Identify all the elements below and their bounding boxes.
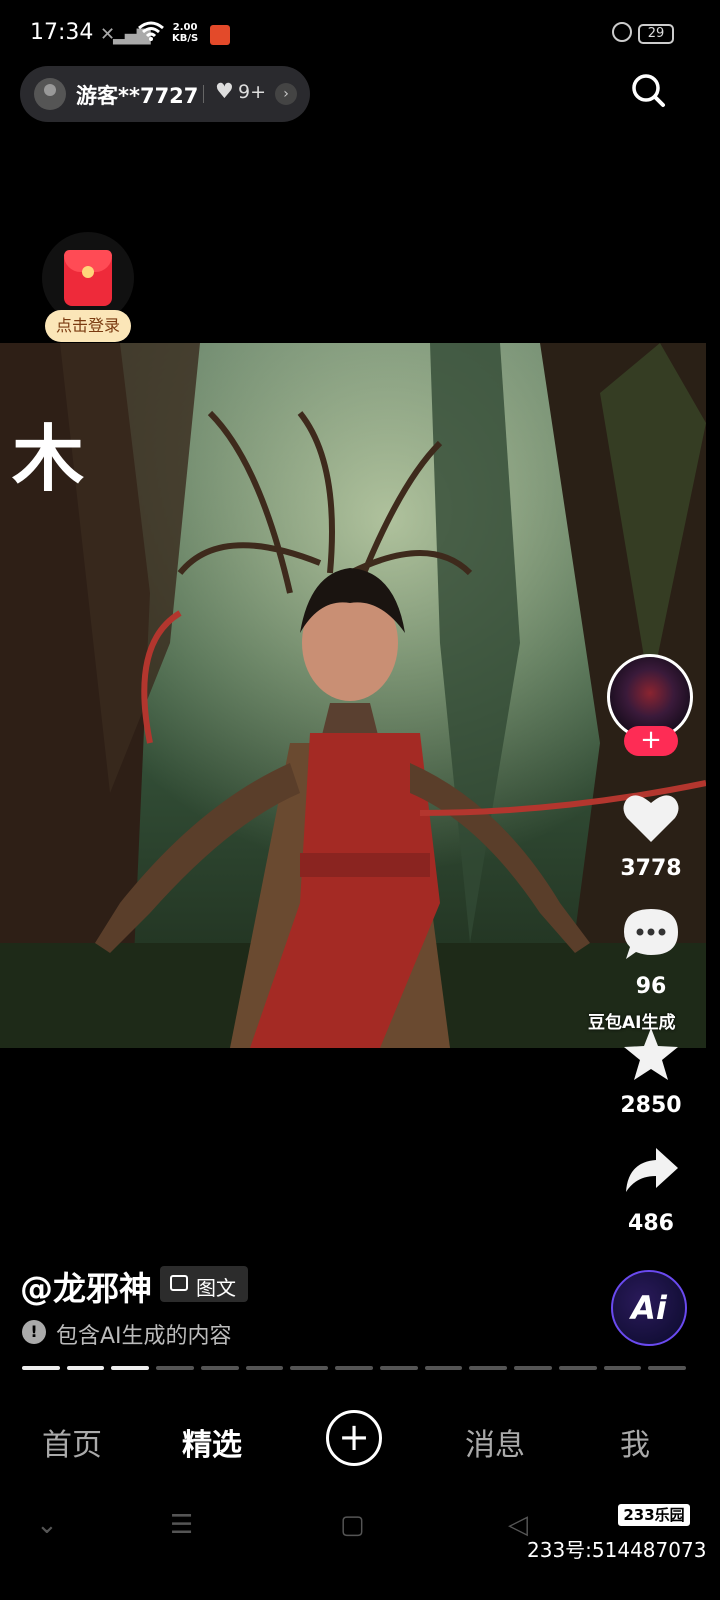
share-count: 486 — [628, 1211, 674, 1236]
net-speed-value: 2.00 — [172, 22, 198, 33]
progress-segment — [424, 1366, 463, 1370]
status-time: 17:34 — [30, 20, 94, 45]
like-count: 3778 — [620, 856, 682, 881]
progress-segment — [156, 1366, 194, 1370]
wifi-icon — [138, 20, 164, 48]
battery-icon: 29 — [638, 24, 674, 44]
progress-segment — [603, 1366, 642, 1370]
progress-segment — [290, 1366, 329, 1370]
favorite-count: 2850 — [620, 1093, 682, 1118]
back-triangle-icon[interactable]: ◁ — [508, 1510, 528, 1540]
chevron-right-icon[interactable]: › — [275, 83, 297, 105]
progress-segment — [335, 1366, 373, 1370]
progress-segment — [111, 1366, 150, 1370]
like-icon[interactable] — [618, 790, 684, 848]
progress-segment — [514, 1366, 552, 1370]
follow-button[interactable]: + — [624, 726, 678, 756]
menu-icon[interactable]: ☰ — [170, 1510, 193, 1540]
tab-home[interactable]: 首页 — [42, 1420, 102, 1464]
username: 游客**7727 — [76, 84, 199, 108]
status-bar: 17:34 ✕▂▄▆ 2.00 KB/S 29 — [0, 0, 720, 70]
post-type-tag: 图文 — [160, 1266, 248, 1302]
author-handle[interactable]: @龙邪神 — [20, 1262, 152, 1310]
progress-segment — [22, 1366, 60, 1370]
app-notification-icon — [210, 25, 230, 45]
alarm-icon — [612, 22, 632, 42]
progress-segment — [648, 1366, 687, 1370]
post-image[interactable] — [0, 343, 706, 1048]
info-icon: ! — [22, 1320, 46, 1344]
tab-me[interactable]: 我 — [620, 1420, 650, 1464]
image-progress — [22, 1366, 687, 1370]
ai-content-notice: 包含AI生成的内容 — [56, 1324, 232, 1349]
comment-icon[interactable] — [618, 907, 684, 965]
search-icon[interactable] — [630, 72, 666, 108]
progress-segment — [66, 1366, 105, 1370]
post-type-label: 图文 — [196, 1276, 236, 1300]
tab-featured[interactable]: 精选 — [182, 1420, 242, 1464]
home-square-icon[interactable]: ▢ — [340, 1510, 365, 1540]
likes-count: 9+ — [238, 81, 267, 103]
create-plus-button[interactable]: + — [326, 1410, 382, 1466]
avatar — [34, 78, 66, 110]
progress-segment — [200, 1366, 239, 1370]
brand-logo: 233乐园 — [618, 1504, 690, 1526]
tab-messages[interactable]: 消息 — [465, 1420, 525, 1464]
net-speed: 2.00 KB/S — [172, 22, 198, 44]
guest-profile-pill[interactable]: 游客**7727 ♥ 9+ › — [20, 66, 310, 122]
login-button[interactable]: 点击登录 — [45, 310, 131, 342]
account-id: 233号:514487073 — [527, 1538, 707, 1562]
net-speed-unit: KB/S — [172, 33, 199, 44]
overlay-character: 木 — [12, 417, 85, 501]
favorite-star-icon[interactable] — [618, 1026, 684, 1086]
divider — [203, 85, 204, 103]
collapse-chevron-icon[interactable]: ⌄ — [36, 1510, 58, 1540]
progress-segment — [245, 1366, 284, 1370]
share-arrow-icon[interactable] — [618, 1146, 684, 1198]
red-envelope-icon — [64, 250, 112, 306]
comment-count: 96 — [635, 974, 667, 999]
ai-assistant-button[interactable]: Ai — [611, 1270, 687, 1346]
progress-segment — [469, 1366, 508, 1370]
progress-segment — [558, 1366, 597, 1370]
heart-icon: ♥ — [215, 79, 234, 103]
image-icon — [170, 1275, 188, 1291]
progress-segment — [379, 1366, 418, 1370]
